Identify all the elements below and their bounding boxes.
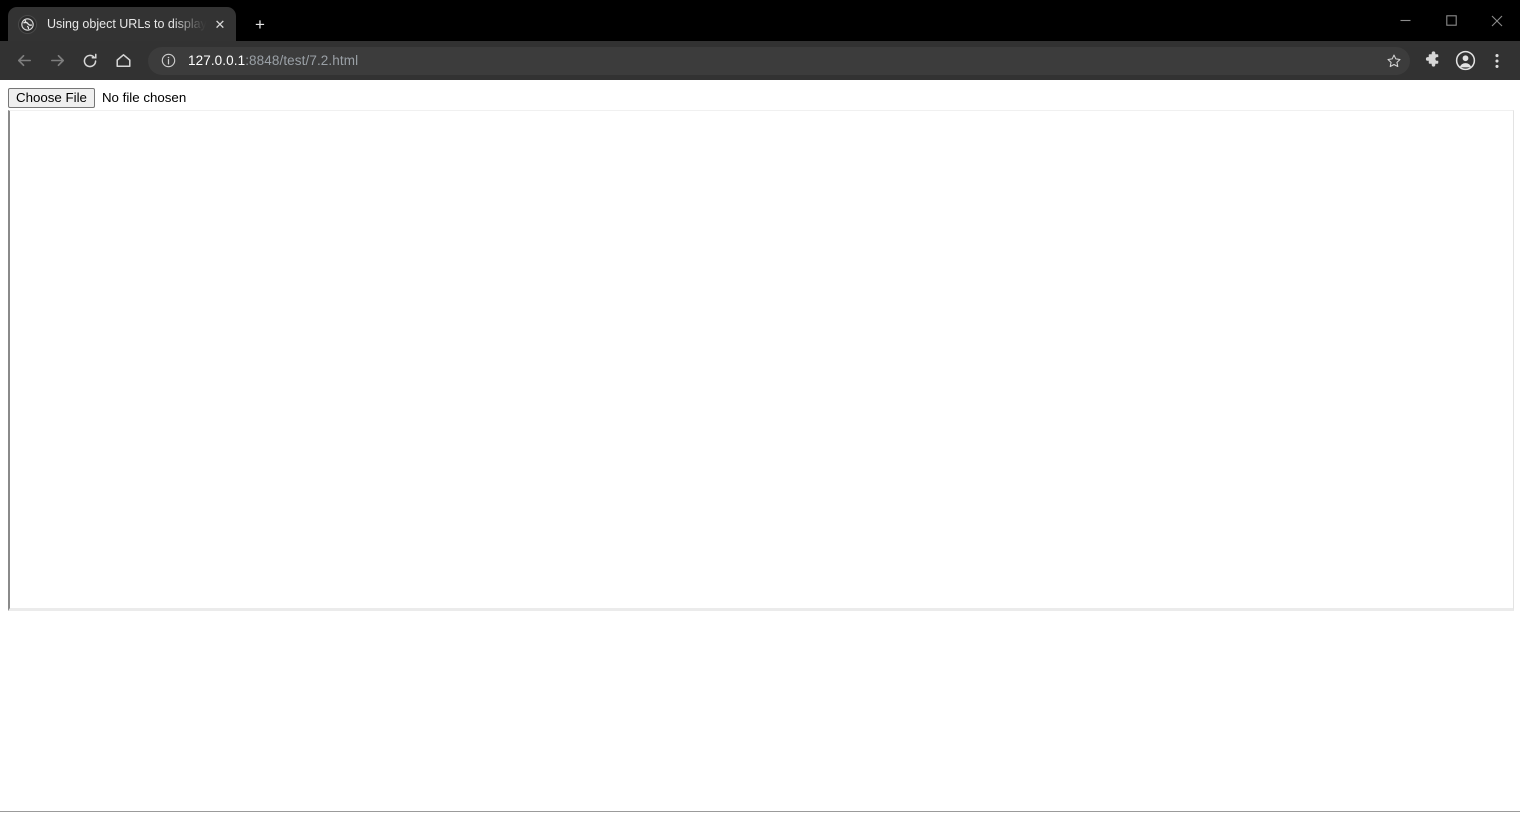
new-tab-button[interactable]: + xyxy=(246,10,274,38)
page-content: Choose File No file chosen xyxy=(0,80,1520,816)
file-upload-row: Choose File No file chosen xyxy=(8,88,186,108)
maximize-button[interactable] xyxy=(1428,0,1474,41)
three-dot-menu-icon[interactable] xyxy=(1482,46,1512,76)
extensions-icon[interactable] xyxy=(1418,46,1448,76)
info-circle-icon[interactable] xyxy=(160,53,176,69)
pdf-embed-frame[interactable] xyxy=(8,110,1514,611)
close-button[interactable] xyxy=(1474,0,1520,41)
url-path: :8848/test/7.2.html xyxy=(245,53,359,68)
url-host: 127.0.0.1 xyxy=(188,53,246,68)
tab-close-icon[interactable]: ✕ xyxy=(212,16,228,32)
minimize-button[interactable] xyxy=(1382,0,1428,41)
address-bar-url: 127.0.0.1:8848/test/7.2.html xyxy=(188,53,358,68)
forward-button[interactable] xyxy=(41,45,73,77)
home-button[interactable] xyxy=(107,45,139,77)
title-bar: Using object URLs to display P ✕ + xyxy=(0,0,1520,41)
star-icon[interactable] xyxy=(1382,49,1406,73)
profile-avatar-icon[interactable] xyxy=(1450,46,1480,76)
globe-icon xyxy=(18,14,37,34)
tab-title: Using object URLs to display P xyxy=(47,17,207,31)
browser-window: Using object URLs to display P ✕ + 127.0… xyxy=(0,0,1520,816)
window-controls xyxy=(1382,0,1520,41)
file-chosen-status: No file chosen xyxy=(101,90,187,105)
choose-file-button[interactable]: Choose File xyxy=(8,88,95,108)
reload-button[interactable] xyxy=(74,45,106,77)
address-bar[interactable]: 127.0.0.1:8848/test/7.2.html xyxy=(148,46,1410,75)
browser-toolbar: 127.0.0.1:8848/test/7.2.html xyxy=(0,41,1520,80)
tab-using-object-urls[interactable]: Using object URLs to display P ✕ xyxy=(8,7,236,41)
tab-strip: Using object URLs to display P ✕ + xyxy=(0,0,274,41)
back-button[interactable] xyxy=(8,45,40,77)
page-bottom-divider xyxy=(0,811,1520,812)
